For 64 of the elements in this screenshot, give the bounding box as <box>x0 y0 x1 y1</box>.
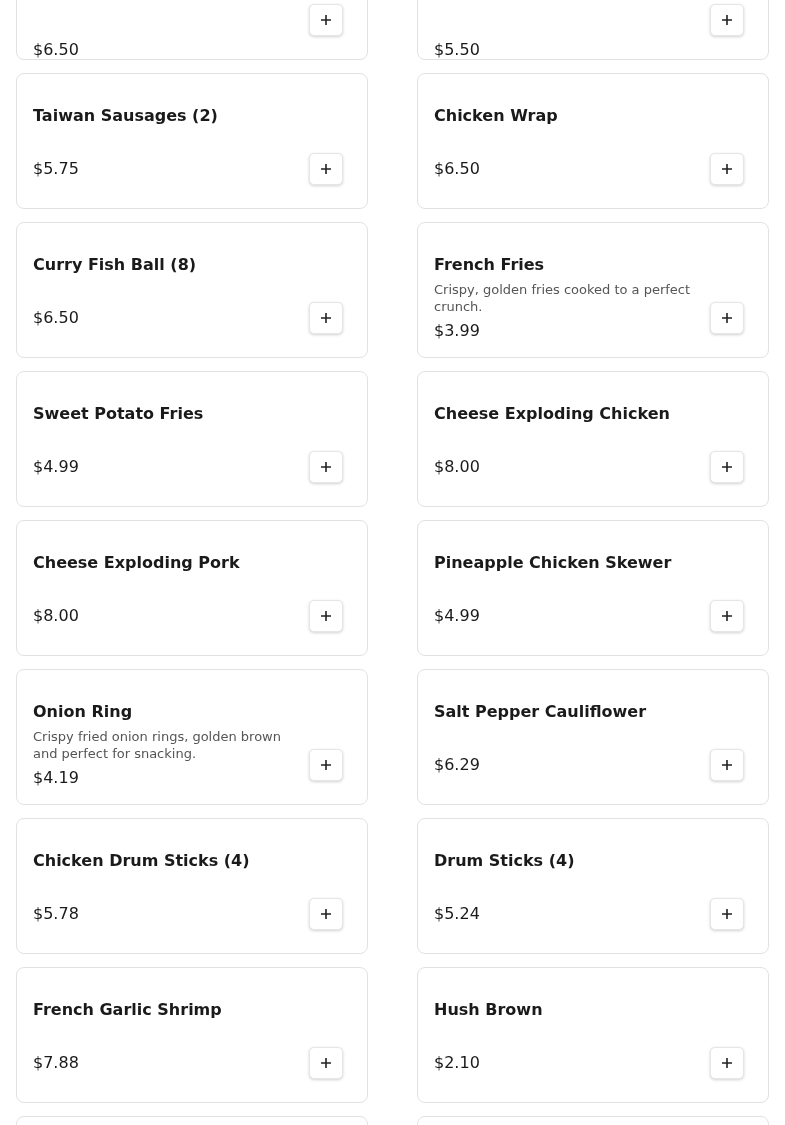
item-price: $7.88 <box>33 1052 80 1074</box>
item-name: French Fries <box>434 254 546 276</box>
add-button[interactable] <box>710 749 744 781</box>
add-button[interactable] <box>309 600 343 632</box>
plus-icon <box>721 14 733 26</box>
item-name: Chicken Wrap <box>434 105 558 127</box>
item-price: $2.10 <box>434 1052 481 1074</box>
add-button[interactable] <box>309 898 343 930</box>
plus-icon <box>721 759 733 771</box>
add-button[interactable] <box>710 153 744 185</box>
add-button[interactable] <box>309 749 343 781</box>
item-name: French Garlic Shrimp <box>33 999 222 1021</box>
item-description: Crispy fried onion rings, golden brown and perfect for snacking. <box>33 728 282 762</box>
plus-icon <box>320 461 332 473</box>
item-price: $5.78 <box>33 903 80 925</box>
add-button[interactable] <box>710 1047 744 1079</box>
plus-icon <box>721 461 733 473</box>
item-name: Sweet Potato Fries <box>33 403 204 425</box>
item-price: $4.99 <box>434 605 481 627</box>
item-name: Hush Brown <box>434 999 543 1021</box>
item-price: $8.00 <box>33 605 80 627</box>
item-description: Crispy, golden fries cooked to a perfect crunch. <box>434 281 692 315</box>
add-button[interactable] <box>309 4 343 36</box>
add-button[interactable] <box>309 153 343 185</box>
add-button[interactable] <box>710 600 744 632</box>
item-price: $6.50 <box>33 39 79 61</box>
item-name: Cheese Exploding Chicken <box>434 403 670 425</box>
item-price: $6.50 <box>33 307 80 329</box>
plus-icon <box>721 1057 733 1069</box>
add-button[interactable] <box>309 1047 343 1079</box>
add-button[interactable] <box>710 4 744 36</box>
item-price: $5.24 <box>434 903 481 925</box>
plus-icon <box>320 1057 332 1069</box>
item-price: $5.75 <box>33 158 80 180</box>
plus-icon <box>721 908 733 920</box>
add-button[interactable] <box>710 898 744 930</box>
add-button[interactable] <box>309 451 343 483</box>
item-name: Cheese Exploding Pork <box>33 552 240 574</box>
item-name: Pineapple Chicken Skewer <box>434 552 672 574</box>
item-price: $5.50 <box>434 39 480 61</box>
plus-icon <box>320 610 332 622</box>
item-name: Curry Fish Ball (8) <box>33 254 197 276</box>
plus-icon <box>320 908 332 920</box>
item-price: $6.50 <box>434 158 481 180</box>
plus-icon <box>320 759 332 771</box>
item-name: Onion Ring <box>33 701 134 723</box>
item-price: $8.00 <box>434 456 481 478</box>
plus-icon <box>320 163 332 175</box>
plus-icon <box>721 610 733 622</box>
plus-icon <box>320 312 332 324</box>
item-name: Taiwan Sausages (2) <box>33 105 218 127</box>
add-button[interactable] <box>309 302 343 334</box>
item-price: $4.19 <box>33 767 80 789</box>
plus-icon <box>320 14 332 26</box>
item-price: $3.99 <box>434 320 481 342</box>
item-name: Salt Pepper Cauliflower <box>434 701 647 723</box>
item-name: Drum Sticks (4) <box>434 850 575 872</box>
item-price: $4.99 <box>33 456 80 478</box>
item-price: $6.29 <box>434 754 481 776</box>
add-button[interactable] <box>710 302 744 334</box>
add-button[interactable] <box>710 451 744 483</box>
item-name: Chicken Drum Sticks (4) <box>33 850 250 872</box>
plus-icon <box>721 163 733 175</box>
plus-icon <box>721 312 733 324</box>
